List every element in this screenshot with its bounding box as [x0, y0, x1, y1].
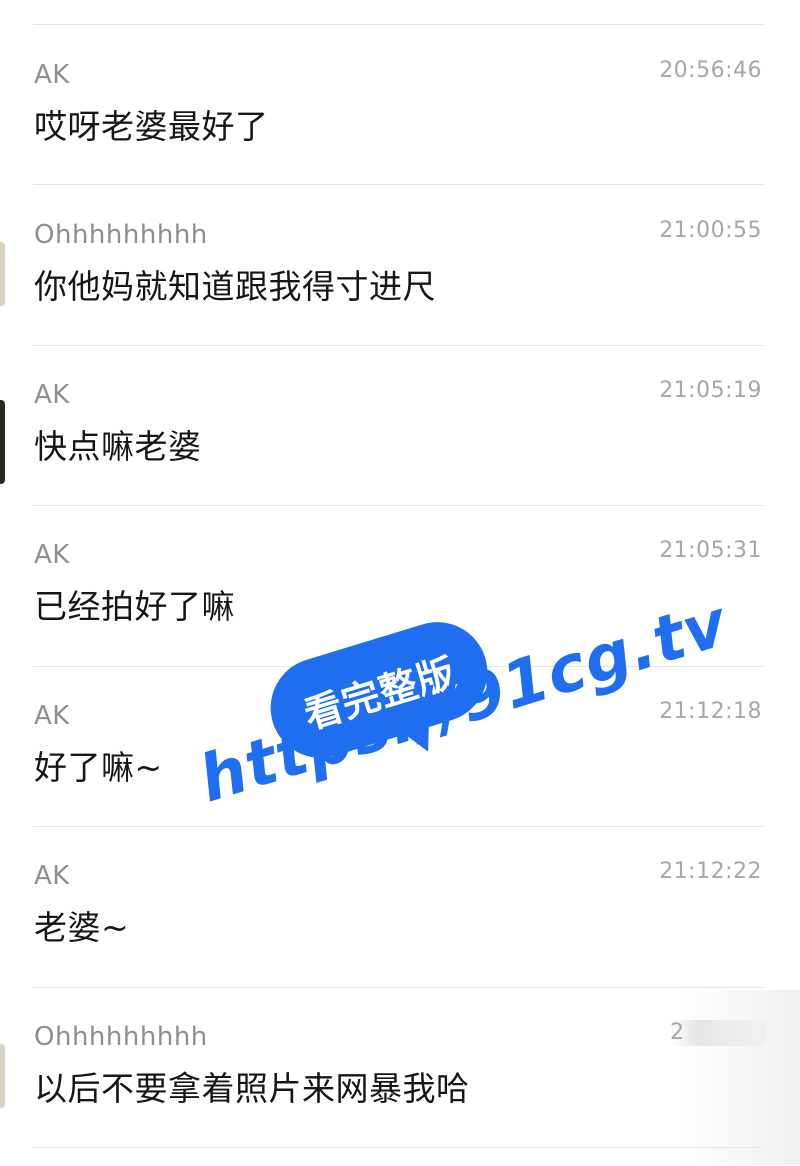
- divider: [33, 24, 763, 25]
- message-text: 快点嘛老婆: [34, 427, 202, 466]
- avatar[interactable]: [0, 1044, 5, 1108]
- message-text: 老婆~: [34, 908, 130, 947]
- blur-overlay: [680, 990, 800, 1165]
- message-text: 以后不要拿着照片来网暴我哈: [34, 1069, 470, 1108]
- message-time: 21:00:55: [659, 218, 762, 243]
- message-item[interactable]: Ohhhhhhhhh 21:00:55 你他妈就知道跟我得寸进尺: [0, 204, 800, 364]
- sender-name: AK: [34, 540, 70, 570]
- message-text: 已经拍好了嘛: [34, 587, 235, 626]
- sender-name: Ohhhhhhhhh: [34, 220, 208, 250]
- message-item[interactable]: AK 21:12:22 老婆~: [0, 845, 800, 1005]
- message-text: 你他妈就知道跟我得寸进尺: [34, 267, 436, 306]
- avatar[interactable]: [0, 242, 5, 306]
- message-time: 21:12:18: [659, 699, 762, 724]
- sender-name: AK: [34, 861, 70, 891]
- divider: [33, 505, 763, 506]
- avatar[interactable]: [0, 400, 5, 484]
- message-text: 好了嘛~: [34, 748, 163, 787]
- message-time: 21:12:22: [659, 859, 762, 884]
- divider: [33, 184, 763, 185]
- divider: [33, 987, 763, 988]
- message-item[interactable]: AK 21:05:19 快点嘛老婆: [0, 364, 800, 524]
- sender-name: AK: [34, 701, 70, 731]
- divider: [33, 826, 763, 827]
- message-text: 哎呀老婆最好了: [34, 107, 269, 146]
- message-time: 21:05:31: [659, 538, 762, 563]
- divider: [33, 1147, 763, 1148]
- message-time: 20:56:46: [659, 58, 762, 83]
- sender-name: Ohhhhhhhhh: [34, 1022, 208, 1052]
- message-time: 21:05:19: [659, 378, 762, 403]
- message-item[interactable]: AK 20:56:46 哎呀老婆最好了: [0, 44, 800, 204]
- sender-name: AK: [34, 60, 70, 90]
- divider: [33, 345, 763, 346]
- sender-name: AK: [34, 380, 70, 410]
